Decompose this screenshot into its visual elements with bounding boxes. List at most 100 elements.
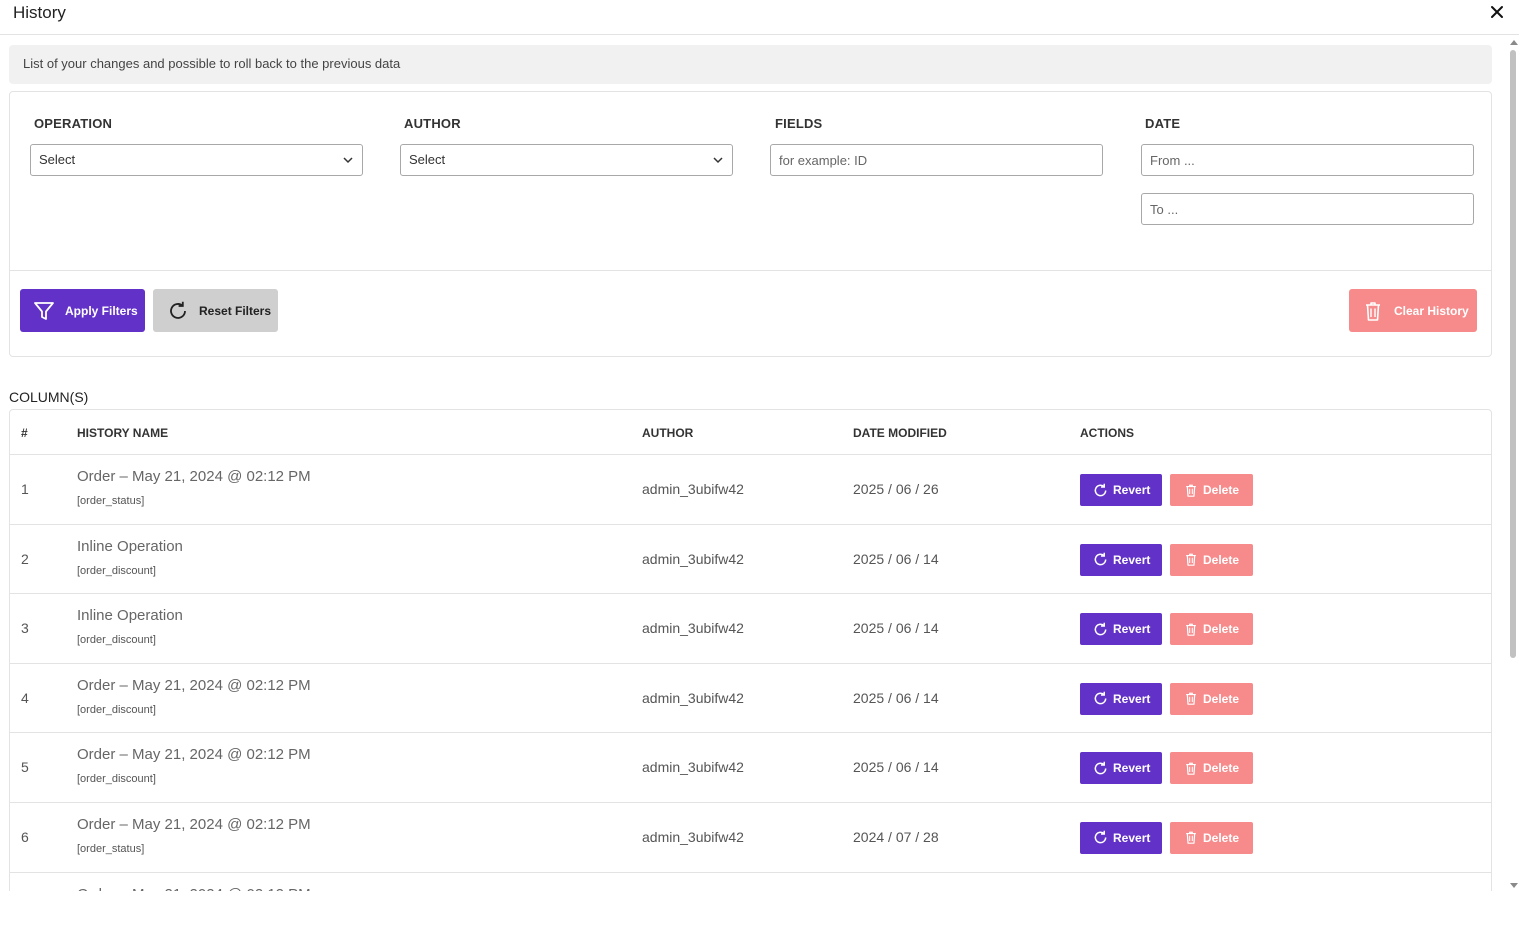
history-field: [order_status]: [77, 842, 145, 855]
trash-icon: [1186, 692, 1196, 706]
reset-filters-button[interactable]: Reset Filters: [153, 289, 278, 332]
delete-label: Delete: [1203, 552, 1240, 567]
scrollbar[interactable]: [1508, 36, 1519, 891]
revert-button[interactable]: Revert: [1080, 474, 1162, 506]
revert-button[interactable]: Revert: [1080, 613, 1162, 646]
filter-panel: OPERATION Select AUTHOR Select FIELDS DA…: [9, 91, 1492, 357]
history-name: Order – May 21, 2024 @ 02:12 PM: [77, 468, 311, 485]
header-num: #: [21, 426, 28, 440]
row-author: admin_3ubifw42: [642, 828, 744, 845]
row-number: 4: [21, 689, 29, 706]
columns-label: COLUMN(S): [9, 389, 89, 405]
row-number: 1: [21, 481, 29, 497]
row-number: 6: [21, 828, 29, 845]
table-row: 5 Order – May 21, 2024 @ 02:12 PM [order_d…: [10, 733, 1491, 803]
date-to-input[interactable]: [1141, 193, 1474, 225]
row-date-modified: 2025 / 06 / 14: [853, 620, 939, 637]
delete-label: Delete: [1203, 622, 1240, 637]
refresh-icon: [1094, 552, 1107, 566]
delete-label: Delete: [1203, 830, 1240, 845]
filter-icon: [34, 301, 54, 320]
scroll-up-arrow[interactable]: [1510, 40, 1518, 45]
refresh-icon: [170, 301, 186, 319]
table-row: 2 Inline Operation [order_discount] admin_3…: [10, 525, 1491, 595]
chevron-down-icon: [343, 157, 353, 164]
delete-button[interactable]: Delete: [1170, 821, 1253, 854]
fields-label: FIELDS: [775, 116, 823, 131]
fields-input[interactable]: [770, 144, 1103, 176]
header-date-modified: DATE MODIFIED: [853, 426, 947, 440]
close-icon[interactable]: [1489, 4, 1505, 20]
delete-button[interactable]: Delete: [1170, 613, 1253, 646]
row-number: 3: [21, 620, 29, 637]
apply-filters-button[interactable]: Apply Filters: [20, 289, 145, 332]
table-body: 1 Order – May 21, 2024 @ 02:12 PM [order_s…: [10, 455, 1491, 891]
row-author: admin_3ubifw42: [642, 689, 744, 706]
refresh-icon: [1094, 692, 1107, 705]
delete-button[interactable]: Delete: [1170, 474, 1253, 506]
table-row: 1 Order – May 21, 2024 @ 02:12 PM [order_s…: [10, 455, 1491, 525]
delete-button[interactable]: Delete: [1170, 752, 1253, 785]
row-author: admin_3ubifw42: [642, 759, 744, 776]
reset-filters-label: Reset Filters: [199, 303, 272, 318]
table-header: # HISTORY NAME AUTHOR DATE MODIFIED ACTI…: [10, 410, 1491, 455]
table-row: 4 Order – May 21, 2024 @ 02:12 PM [order_d…: [10, 664, 1491, 734]
refresh-icon: [1094, 483, 1107, 496]
history-table: # HISTORY NAME AUTHOR DATE MODIFIED ACTI…: [9, 409, 1492, 891]
clear-history-button[interactable]: Clear History: [1349, 289, 1477, 332]
history-name: Order – May 21, 2024 @ 02:12 PM: [77, 886, 311, 891]
author-label: AUTHOR: [404, 116, 461, 131]
delete-button[interactable]: Delete: [1170, 543, 1253, 576]
date-from-input[interactable]: [1141, 144, 1474, 176]
trash-icon: [1186, 553, 1196, 566]
header-history-name: HISTORY NAME: [77, 426, 169, 440]
history-name: Order – May 21, 2024 @ 02:12 PM: [77, 815, 311, 833]
revert-button[interactable]: Revert: [1080, 682, 1162, 715]
trash-icon: [1186, 484, 1196, 497]
author-select[interactable]: Select: [400, 144, 733, 176]
apply-filters-label: Apply Filters: [65, 303, 138, 318]
row-author: admin_3ubifw42: [642, 620, 744, 637]
row-date-modified: 2025 / 06 / 14: [853, 689, 939, 706]
modal-header: History: [0, 0, 1519, 35]
modal-body: List of your changes and possible to rol…: [0, 36, 1508, 891]
operation-select[interactable]: Select: [30, 144, 363, 176]
history-field: [order_discount]: [77, 703, 156, 716]
row-date-modified: 2024 / 07 / 28: [853, 828, 939, 845]
scrollbar-thumb[interactable]: [1510, 50, 1516, 658]
refresh-icon: [1094, 761, 1107, 775]
trash-icon: [1186, 832, 1196, 845]
revert-label: Revert: [1113, 830, 1151, 845]
revert-button[interactable]: Revert: [1080, 752, 1162, 785]
clear-history-label: Clear History: [1394, 303, 1469, 318]
row-date-modified: 2025 / 06 / 14: [853, 550, 939, 567]
header-author: AUTHOR: [642, 426, 694, 440]
revert-button[interactable]: Revert: [1080, 821, 1162, 854]
history-field: [order_status]: [77, 495, 145, 507]
history-name: Order – May 21, 2024 @ 02:12 PM: [77, 676, 311, 694]
history-name: Inline Operation: [77, 537, 183, 555]
history-name: Order – May 21, 2024 @ 02:12 PM: [77, 746, 311, 764]
info-message: List of your changes and possible to rol…: [9, 45, 1492, 84]
scroll-down-arrow[interactable]: [1510, 883, 1518, 888]
row-date-modified: 2025 / 06 / 26: [853, 481, 939, 497]
trash-icon: [1366, 301, 1380, 321]
operation-select-value: Select: [39, 152, 76, 167]
revert-label: Revert: [1113, 691, 1151, 706]
trash-icon: [1186, 762, 1196, 775]
refresh-icon: [1094, 831, 1107, 844]
operation-label: OPERATION: [34, 116, 113, 131]
revert-button[interactable]: Revert: [1080, 543, 1162, 576]
row-number: 5: [21, 759, 29, 776]
refresh-icon: [1094, 622, 1107, 636]
table-row: 3 Inline Operation [order_discount] admin_3…: [10, 594, 1491, 664]
row-author: admin_3ubifw42: [642, 481, 744, 497]
delete-label: Delete: [1203, 483, 1240, 497]
date-label: DATE: [1145, 116, 1181, 131]
history-field: [order_discount]: [77, 564, 156, 577]
delete-button[interactable]: Delete: [1170, 682, 1253, 715]
revert-label: Revert: [1113, 622, 1151, 637]
modal-title: History: [13, 3, 66, 22]
author-select-value: Select: [409, 152, 446, 167]
row-author: admin_3ubifw42: [642, 550, 744, 567]
